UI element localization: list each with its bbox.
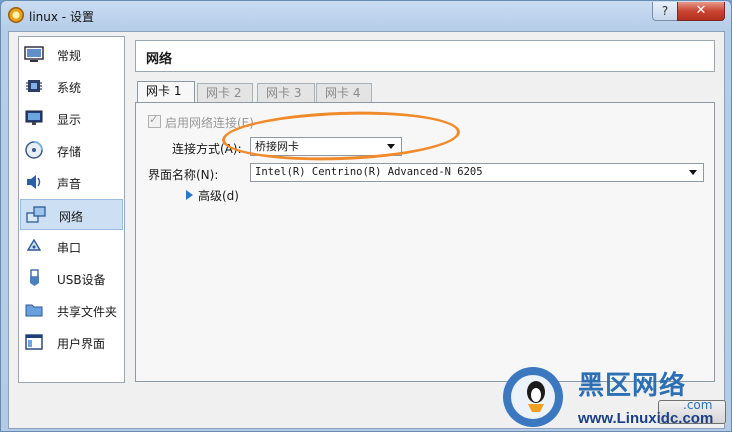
sidebar-item-label: USB设备 (57, 273, 106, 287)
sidebar-item-serial[interactable]: 串口 (19, 231, 124, 262)
sidebar-item-label: 串口 (57, 241, 82, 255)
sidebar-item-label: 存储 (57, 145, 82, 159)
watermark-url-text: www.Linuxidc.com (578, 410, 714, 427)
sidebar-item-usb[interactable]: USB设备 (19, 263, 124, 294)
sidebar-item-audio[interactable]: 声音 (19, 167, 124, 198)
window-title: linux - 设置 (29, 10, 94, 24)
sidebar-item-display[interactable]: 显示 (19, 103, 124, 134)
speaker-icon (27, 175, 41, 189)
adapter-name-value: Intel(R) Centrino(R) Advanced-N 6205 (255, 166, 483, 178)
sidebar-item-label: 系统 (57, 81, 82, 95)
settings-sidebar: 常规 系统 显示 存储 声音 网络 串口 USB设备 共享文件夹 用户界面 (18, 36, 125, 383)
enable-adapter-checkbox[interactable] (148, 113, 161, 128)
user-interface-icon (25, 334, 43, 350)
tab-adapter-4[interactable]: 网卡 4 (316, 83, 372, 104)
general-icon (24, 46, 44, 62)
tab-adapter-1[interactable]: 网卡 1 (137, 81, 195, 104)
close-button[interactable]: ✕ (677, 2, 725, 21)
shared-folder-icon (25, 304, 43, 317)
page-header: 网络 (135, 40, 715, 72)
virtualbox-app-icon (8, 7, 24, 23)
tab-adapter-2[interactable]: 网卡 2 (197, 83, 253, 104)
sidebar-item-general[interactable]: 常规 (19, 39, 124, 70)
chevron-down-icon (689, 170, 697, 175)
sidebar-item-user-interface[interactable]: 用户界面 (19, 327, 124, 358)
tab-adapter-3[interactable]: 网卡 3 (257, 83, 315, 104)
watermark-logo: 黑区网络 www.Linuxidc.com .com (498, 360, 732, 432)
expand-triangle-icon[interactable] (186, 190, 193, 200)
sidebar-item-label: 共享文件夹 (57, 305, 118, 319)
sidebar-item-label: 声音 (57, 177, 82, 191)
page-title: 网络 (146, 52, 173, 67)
watermark-cn-text: 黑区网络 (578, 371, 687, 401)
display-monitor-icon (25, 110, 43, 125)
adapter-name-label: 界面名称(N): (148, 168, 219, 182)
network-icon (26, 206, 46, 223)
sidebar-item-label: 网络 (59, 210, 84, 224)
title-bar[interactable]: linux - 设置 ? ✕ (1, 1, 731, 31)
adapter-name-select[interactable]: Intel(R) Centrino(R) Advanced-N 6205 (250, 163, 704, 182)
sidebar-item-shared-folders[interactable]: 共享文件夹 (19, 295, 124, 326)
system-chip-icon (26, 80, 42, 92)
sidebar-item-system[interactable]: 系统 (19, 71, 124, 102)
sidebar-item-network[interactable]: 网络 (20, 199, 123, 230)
help-button[interactable]: ? (652, 2, 678, 21)
sidebar-item-label: 用户界面 (57, 337, 106, 351)
advanced-toggle[interactable]: 高级(d) (198, 187, 239, 204)
sidebar-item-label: 显示 (57, 113, 82, 127)
watermark-badge-icon (503, 367, 563, 427)
watermark-com-text: .com (683, 398, 713, 412)
storage-disk-icon (25, 141, 43, 159)
sidebar-item-label: 常规 (57, 49, 82, 63)
sidebar-item-storage[interactable]: 存储 (19, 135, 124, 166)
usb-icon (30, 269, 39, 286)
serial-port-icon (26, 238, 42, 251)
